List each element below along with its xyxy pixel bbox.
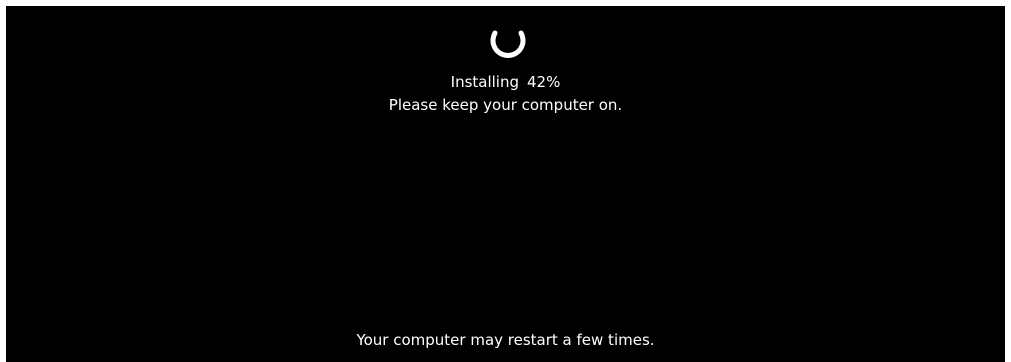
install-status: Installing 42% xyxy=(6,72,1005,92)
install-status-label: Installing xyxy=(450,73,519,91)
keep-on-instruction: Please keep your computer on. xyxy=(388,96,623,114)
install-progress-percent: 42% xyxy=(527,73,561,91)
loading-spinner-icon xyxy=(490,30,526,58)
restart-notice: Your computer may restart a few times. xyxy=(356,331,655,349)
update-screen: Installing 42% Please keep your computer … xyxy=(6,6,1005,362)
